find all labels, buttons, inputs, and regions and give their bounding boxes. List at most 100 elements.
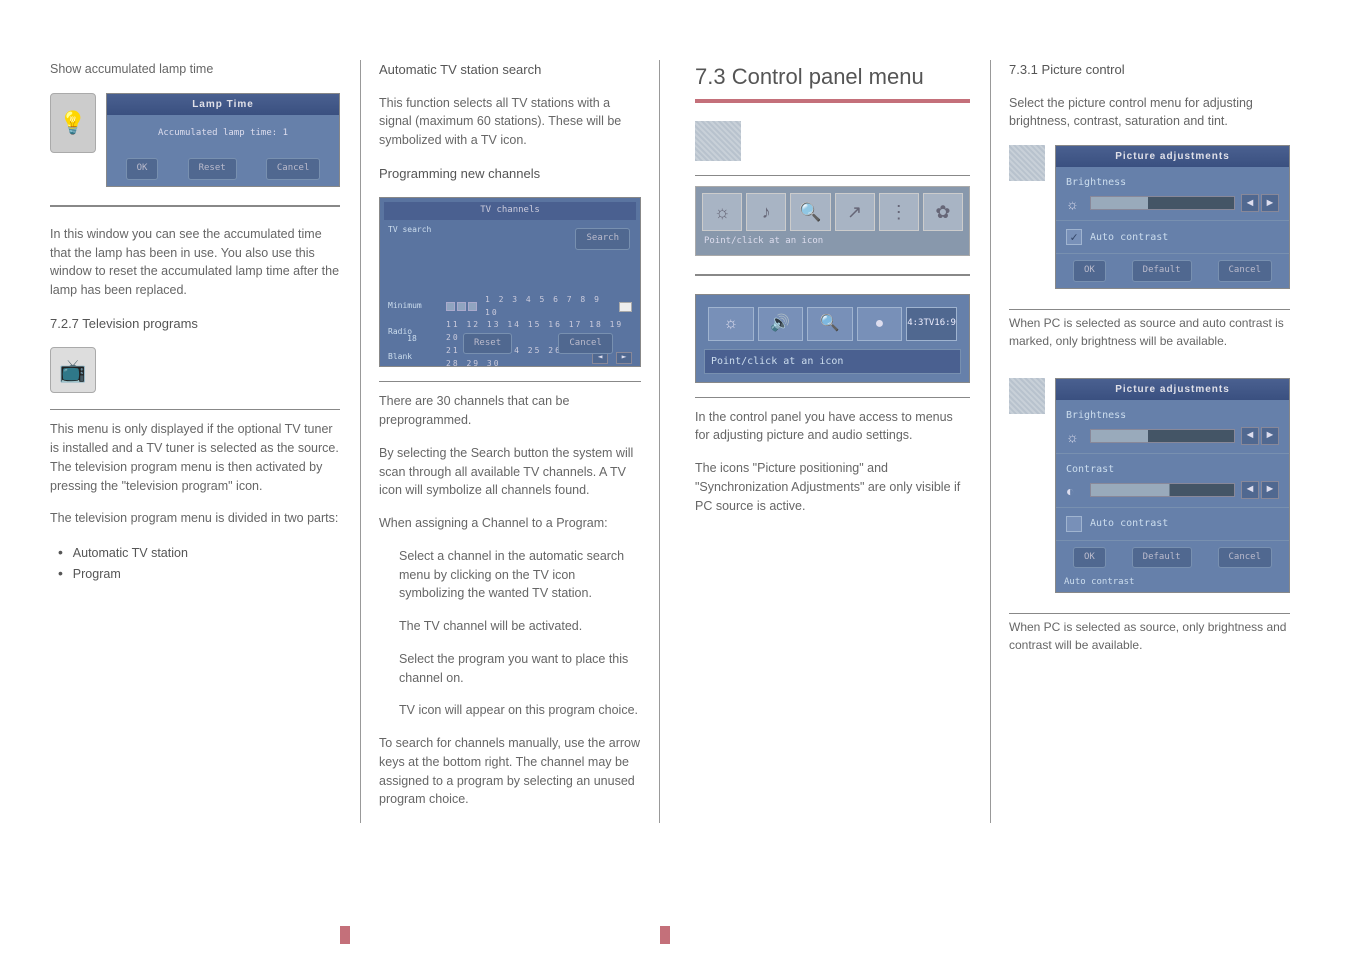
- tv-menu-parts-list: Automatic TV station Program: [50, 542, 340, 584]
- lamp-time-figure: 💡 Lamp Time Accumulated lamp time: 1 OK …: [50, 93, 340, 187]
- auto-search-description: This function selects all TV stations wi…: [379, 94, 641, 150]
- contrast-icon: ◐: [1066, 481, 1084, 499]
- divider: [379, 381, 641, 382]
- control-panel-window: ☼ 🔊 🔍 ● 4:3TV16:9 Point/click at an icon: [695, 294, 970, 383]
- list-item: Automatic TV station: [58, 542, 340, 563]
- increase-button[interactable]: ►: [1261, 194, 1279, 212]
- lightbulb-icon: 💡: [50, 93, 96, 153]
- search-description: By selecting the Search button the syste…: [379, 444, 641, 500]
- tv-menu-parts-intro: The television program menu is divided i…: [50, 509, 340, 528]
- adj-window-title: Picture adjustments: [1056, 379, 1289, 400]
- search-button[interactable]: Search: [575, 228, 630, 250]
- divider: [50, 205, 340, 207]
- lamp-description: In this window you can see the accumulat…: [50, 225, 340, 300]
- heading-tv-programs: 7.2.7 Television programs: [50, 314, 340, 334]
- position-icon[interactable]: ↗: [835, 193, 875, 231]
- increase-button[interactable]: ►: [1261, 481, 1279, 499]
- list-item: Program: [58, 563, 340, 584]
- heading-control-panel: 7.3 Control panel menu: [695, 60, 970, 93]
- lamp-cancel-button[interactable]: Cancel: [266, 158, 321, 180]
- brightness-icon[interactable]: ☼: [708, 307, 754, 341]
- speaker-icon[interactable]: 🔊: [758, 307, 804, 341]
- audio-icon[interactable]: ♪: [746, 193, 786, 231]
- divider: [1009, 309, 1290, 310]
- page-marker: [660, 926, 670, 944]
- auto-contrast-checkbox[interactable]: [1066, 516, 1082, 532]
- control-panel-icon: [695, 121, 741, 161]
- picture-control-icon: [1009, 378, 1045, 414]
- aspect-ratio-button[interactable]: 4:3TV16:9: [906, 307, 957, 341]
- row-label: Minimum: [388, 300, 438, 313]
- caption-auto-contrast: When PC is selected as source and auto c…: [1009, 314, 1290, 350]
- cancel-button[interactable]: Cancel: [1218, 260, 1273, 282]
- tv-program-icon: 📺: [50, 347, 96, 393]
- ok-button[interactable]: OK: [1073, 260, 1106, 282]
- increase-button[interactable]: ►: [1261, 427, 1279, 445]
- picture-icon[interactable]: ☼: [702, 193, 742, 231]
- heading-programming: Programming new channels: [379, 164, 641, 184]
- globe-icon[interactable]: ●: [857, 307, 903, 341]
- tv-window-title: TV channels: [384, 202, 636, 220]
- panel-hint: Point/click at an icon: [704, 349, 961, 374]
- auto-contrast-label: Auto contrast: [1090, 516, 1168, 531]
- lamp-ok-button[interactable]: OK: [126, 158, 159, 180]
- divider: [695, 175, 970, 176]
- control-panel-toolbar: ☼ ♪ 🔍 ↗ ⋮ ✿ Point/click at an icon: [695, 186, 970, 256]
- decrease-button[interactable]: ◄: [1241, 427, 1259, 445]
- settings-icon[interactable]: ✿: [923, 193, 963, 231]
- assign-intro: When assigning a Channel to a Program:: [379, 514, 641, 533]
- control-panel-description: In the control panel you have access to …: [695, 408, 970, 446]
- auto-contrast-checkbox[interactable]: ✓: [1066, 229, 1082, 245]
- manual-search-description: To search for channels manually, use the…: [379, 734, 641, 809]
- divider: [695, 397, 970, 398]
- sun-icon: ☼: [1066, 427, 1084, 445]
- picture-control-description: Select the picture control menu for adju…: [1009, 94, 1290, 132]
- divider: [1009, 613, 1290, 614]
- decrease-button[interactable]: ◄: [1241, 481, 1259, 499]
- page-marker: [340, 926, 350, 944]
- lamp-window-text: Accumulated lamp time: 1: [107, 115, 339, 153]
- assign-step: Select a channel in the automatic search…: [399, 547, 641, 603]
- toolbar-hint: Point/click at an icon: [702, 231, 963, 249]
- tv-channels-window: TV channels TV search Search Minimum1 2 …: [379, 197, 641, 367]
- heading-auto-search: Automatic TV station search: [379, 60, 641, 80]
- brightness-label: Brightness: [1066, 408, 1279, 423]
- pc-source-note: The icons "Picture positioning" and "Syn…: [695, 459, 970, 515]
- zoom-icon[interactable]: 🔍: [790, 193, 830, 231]
- picture-adjustments-figure-2: Picture adjustments Brightness ☼ ◄ ► Con…: [1009, 378, 1290, 603]
- channels-count: There are 30 channels that can be prepro…: [379, 392, 641, 430]
- adj-window-title: Picture adjustments: [1056, 146, 1289, 167]
- cancel-button[interactable]: Cancel: [1218, 547, 1273, 569]
- default-button[interactable]: Default: [1132, 547, 1192, 569]
- auto-contrast-label: Auto contrast: [1090, 230, 1168, 245]
- brightness-label: Brightness: [1066, 175, 1279, 190]
- caption-pc-source: When PC is selected as source, only brig…: [1009, 618, 1290, 654]
- picture-control-icon: [1009, 145, 1045, 181]
- magnify-icon[interactable]: 🔍: [807, 307, 853, 341]
- divider: [695, 274, 970, 276]
- tv-icon[interactable]: [619, 302, 632, 312]
- brightness-slider[interactable]: [1090, 196, 1235, 210]
- tv-reset-button[interactable]: Reset: [463, 333, 512, 355]
- contrast-label: Contrast: [1066, 462, 1279, 477]
- brightness-slider[interactable]: [1090, 429, 1235, 443]
- lamp-reset-button[interactable]: Reset: [188, 158, 237, 180]
- footer-hint: Auto contrast: [1056, 574, 1289, 592]
- assign-step: The TV channel will be activated.: [399, 617, 641, 636]
- tv-menu-description: This menu is only displayed if the optio…: [50, 420, 340, 495]
- assign-step: Select the program you want to place thi…: [399, 650, 641, 688]
- heading-picture-control: 7.3.1 Picture control: [1009, 60, 1290, 80]
- decrease-button[interactable]: ◄: [1241, 194, 1259, 212]
- ok-button[interactable]: OK: [1073, 547, 1106, 569]
- contrast-slider[interactable]: [1090, 483, 1235, 497]
- heading-lamp-time: Show accumulated lamp time: [50, 60, 340, 79]
- sync-icon[interactable]: ⋮: [879, 193, 919, 231]
- assign-step: TV icon will appear on this program choi…: [399, 701, 641, 720]
- default-button[interactable]: Default: [1132, 260, 1192, 282]
- lamp-time-window: Lamp Time Accumulated lamp time: 1 OK Re…: [106, 93, 340, 187]
- heading-underline: [695, 99, 970, 103]
- lamp-window-title: Lamp Time: [107, 94, 339, 115]
- picture-adjustments-figure-1: Picture adjustments Brightness ☼ ◄ ► ✓: [1009, 145, 1290, 299]
- tv-cancel-button[interactable]: Cancel: [558, 333, 613, 355]
- divider: [50, 409, 340, 410]
